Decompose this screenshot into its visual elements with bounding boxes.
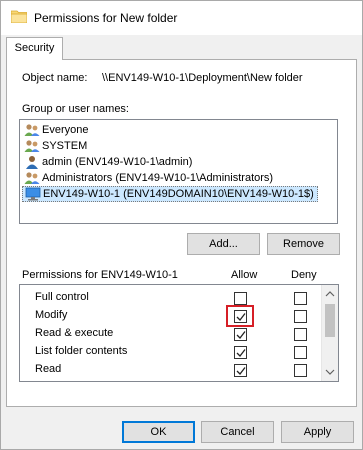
deny-checkbox-read[interactable] [294,364,307,377]
add-button[interactable]: Add... [187,233,260,255]
list-item-system[interactable]: SYSTEM [24,138,90,154]
deny-column-header: Deny [291,269,317,281]
list-item-label: Everyone [42,124,89,136]
permission-row-modify: Modify [20,307,322,325]
modify-allow-highlight [226,305,254,327]
allow-checkbox-read-execute[interactable] [234,328,247,341]
allow-checkbox-full-control[interactable] [234,292,247,305]
deny-checkbox-full-control[interactable] [294,292,307,305]
list-item-label: SYSTEM [42,140,88,152]
group-icon [24,172,40,184]
cancel-button[interactable]: Cancel [201,421,274,443]
permission-name: Read & execute [35,327,114,339]
permissions-dialog: Permissions for New folder Security Obje… [0,0,363,450]
group-user-listbox[interactable]: Everyone SYSTEM admin (ENV149-W10-1\admi… [19,119,338,224]
computer-icon [25,187,41,201]
list-item-env149-w10-1[interactable]: ENV149-W10-1 (ENV149DOMAIN10\ENV149-W10-… [22,186,318,202]
list-item-everyone[interactable]: Everyone [24,122,91,138]
deny-checkbox-modify[interactable] [294,310,307,323]
deny-checkbox-read-execute[interactable] [294,328,307,341]
group-icon [24,140,40,152]
permission-row-read: Read [20,361,322,379]
allow-checkbox-list-folder-contents[interactable] [234,346,247,359]
object-name-value: \\ENV149-W10-1\Deployment\New folder [102,72,303,84]
group-icon [24,124,40,136]
tab-security[interactable]: Security [6,37,63,60]
permission-row-full-control: Full control [20,289,322,307]
list-item-administrators[interactable]: Administrators (ENV149-W10-1\Administrat… [24,170,276,186]
user-icon [26,156,38,169]
group-names-label: Group or user names: [22,103,129,115]
object-name-label: Object name: [22,72,88,84]
scroll-up-arrow-icon[interactable] [325,289,335,299]
allow-column-header: Allow [231,269,258,281]
permission-name: Full control [35,291,89,303]
deny-checkbox-list-folder-contents[interactable] [294,346,307,359]
checkmark-icon [236,367,246,375]
ok-button[interactable]: OK [122,421,195,443]
permission-row-list-folder-contents: List folder contents [20,343,322,361]
folder-icon [11,10,27,23]
checkmark-icon [236,331,246,339]
checkmark-icon [236,349,246,357]
scrollbar-thumb[interactable] [325,304,335,337]
permissions-label: Permissions for ENV149-W10-1 [22,269,178,281]
list-item-admin[interactable]: admin (ENV149-W10-1\admin) [24,154,195,170]
list-item-label: admin (ENV149-W10-1\admin) [42,156,193,168]
permissions-scrollbar[interactable] [321,285,338,381]
permission-name: List folder contents [35,345,128,357]
apply-button[interactable]: Apply [281,421,354,443]
window-title: Permissions for New folder [34,11,178,25]
permission-row-read-execute: Read & execute [20,325,322,343]
scroll-down-arrow-icon[interactable] [325,367,335,377]
allow-checkbox-read[interactable] [234,364,247,377]
title-bar[interactable]: Permissions for New folder [1,1,362,35]
list-item-label: ENV149-W10-1 (ENV149DOMAIN10\ENV149-W10-… [43,188,314,200]
permission-name: Modify [35,309,68,321]
permissions-list[interactable]: Full control Modify Read & execute List … [19,284,339,382]
list-item-label: Administrators (ENV149-W10-1\Administrat… [42,172,274,184]
remove-button[interactable]: Remove [267,233,340,255]
permission-name: Read [35,363,62,375]
